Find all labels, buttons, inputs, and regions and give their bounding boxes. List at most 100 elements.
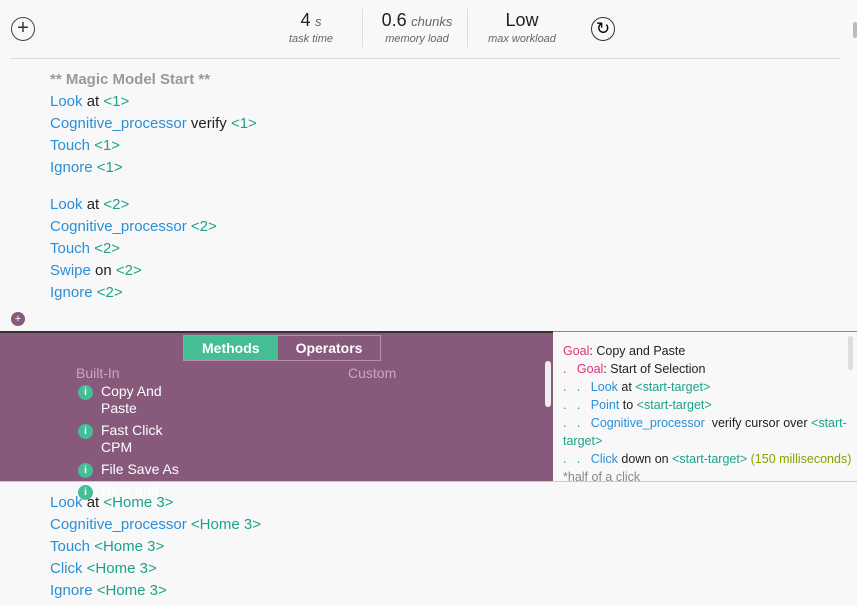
operator-keyword: Cognitive_processor xyxy=(50,516,187,533)
operator-keyword: Look xyxy=(50,93,83,110)
operator-keyword: Ignore xyxy=(50,582,93,599)
max-workload-stat: Low max workload xyxy=(488,10,556,45)
code-text: down on xyxy=(617,452,673,466)
operator-keyword: Ignore xyxy=(50,159,93,176)
code-text: at xyxy=(82,196,104,213)
method-item[interactable]: i Fast Click CPM xyxy=(78,422,188,456)
code-line: Swipe on <2> xyxy=(50,260,257,282)
method-list: i Copy And Paste i Fast Click CPM i File Save… xyxy=(78,383,188,505)
target-label: . . xyxy=(563,380,591,394)
code-line: Cognitive_processor <2> xyxy=(50,216,257,238)
target-label: . . xyxy=(563,398,591,412)
code-line: Ignore <Home 3> xyxy=(50,580,261,602)
method-item[interactable]: i Copy And Paste xyxy=(78,383,188,417)
target-label: <Home 3> xyxy=(94,538,165,555)
code-text: . Goal xyxy=(563,362,604,376)
target-label: <1> xyxy=(96,159,123,176)
method-label: Copy And Paste xyxy=(101,383,162,416)
info-icon[interactable]: i xyxy=(78,385,93,400)
target-label: <2> xyxy=(190,218,217,235)
divider xyxy=(467,9,468,47)
target-label: <Home 3> xyxy=(86,560,157,577)
target-label: <1> xyxy=(230,115,257,132)
method-label: File Save As xyxy=(101,461,179,477)
operator-keyword: Swipe xyxy=(50,262,91,279)
code-line: Cognitive_processor <Home 3> xyxy=(50,514,261,536)
tab-methods[interactable]: Methods xyxy=(184,336,278,360)
operator-keyword: Look xyxy=(590,380,618,394)
code-text: Goal xyxy=(563,344,590,358)
operator-keyword: Click xyxy=(50,560,83,577)
target-label: <start-target> xyxy=(672,452,748,466)
target-label: <2> xyxy=(96,284,123,301)
code-line: Touch <1> xyxy=(50,135,257,157)
toolbar: + 4 s task time 0.6 chunks memory load L… xyxy=(0,0,857,60)
method-preview: Goal: Copy and Paste. Goal: Start of Sel… xyxy=(553,331,857,481)
code-line: Touch <Home 3> xyxy=(50,536,261,558)
operator-keyword: Touch xyxy=(50,240,91,257)
target-label: <Home 3> xyxy=(103,494,174,511)
info-icon[interactable]: i xyxy=(78,424,93,439)
target-label: <Home 3> xyxy=(190,516,261,533)
operator-keyword: Cognitive_processor xyxy=(50,218,187,235)
code-line: . . Click down on <start-target> (150 mi… xyxy=(563,450,857,481)
operator-keyword: Look xyxy=(50,494,83,511)
operator-keyword: Touch xyxy=(50,137,91,154)
code-line: Click <Home 3> xyxy=(50,558,261,580)
target-label: <start-target> xyxy=(635,380,711,394)
code-text: to xyxy=(619,398,637,412)
code-line: . . Cognitive_processor verify cursor ov… xyxy=(563,414,857,450)
code-text: at xyxy=(617,380,636,394)
scrollbar[interactable] xyxy=(545,361,551,407)
code-line: Look at <1> xyxy=(50,91,257,113)
tab-operators[interactable]: Operators xyxy=(278,336,381,360)
divider xyxy=(0,481,857,482)
memory-load-stat: 0.6 chunks memory load xyxy=(381,10,453,45)
target-label: . . xyxy=(563,452,591,466)
operator-keyword: Ignore xyxy=(50,284,93,301)
code-text: at xyxy=(82,494,104,511)
operator-keyword: Point xyxy=(590,398,620,412)
code-line: . . Look at <start-target> xyxy=(563,378,857,396)
code-text: on xyxy=(90,262,116,279)
code-line: Look at <Home 3> xyxy=(50,492,261,514)
target-label: <1> xyxy=(103,93,130,110)
code-text: at xyxy=(82,93,104,110)
task-time-stat: 4 s task time xyxy=(288,10,333,45)
panel-tabs: Methods Operators xyxy=(183,335,382,361)
scrollbar[interactable] xyxy=(848,336,853,370)
code-text: verify cursor over xyxy=(704,416,812,430)
target-label: <start-target> xyxy=(636,398,712,412)
target-label: <Home 3> xyxy=(96,582,167,599)
code-line: Ignore <2> xyxy=(50,282,257,304)
target-label: . . xyxy=(563,416,591,430)
code-text: : Copy and Paste xyxy=(589,344,686,358)
info-icon[interactable]: i xyxy=(78,463,93,478)
code-editor-top[interactable]: ** Magic Model Start ** Look at <1> Cognit… xyxy=(50,69,257,304)
method-label: Fast Click CPM xyxy=(101,422,163,455)
code-line: . . Point to <start-target> xyxy=(563,396,857,414)
scrollbar[interactable] xyxy=(853,22,857,38)
custom-heading: Custom xyxy=(348,365,397,381)
operator-keyword: Cognitive_processor xyxy=(50,115,187,132)
refresh-icon[interactable]: ↻ xyxy=(591,17,615,41)
code-line: Goal: Copy and Paste xyxy=(563,342,857,360)
code-editor-bottom[interactable]: Look at <Home 3> Cognitive_processor <Hom… xyxy=(50,492,261,602)
code-text: ** Magic Model Start ** xyxy=(50,71,211,88)
divider xyxy=(10,58,841,59)
target-label: <2> xyxy=(94,240,121,257)
method-item[interactable]: i File Save As xyxy=(78,461,188,478)
target-label: <2> xyxy=(115,262,142,279)
code-line: ** Magic Model Start ** xyxy=(50,69,257,91)
add-icon[interactable]: + xyxy=(11,312,25,326)
code-line: Cognitive_processor verify <1> xyxy=(50,113,257,135)
code-text: verify xyxy=(186,115,231,132)
operator-keyword: Look xyxy=(50,196,83,213)
add-icon[interactable]: + xyxy=(11,17,35,41)
operator-keyword: Click xyxy=(590,452,618,466)
methods-panel: Methods Operators Built-In Custom i Copy … xyxy=(0,331,553,500)
built-in-heading: Built-In xyxy=(76,365,120,381)
target-label: <2> xyxy=(103,196,130,213)
code-text: (150 milliseconds) xyxy=(747,452,852,466)
code-line: Ignore <1> xyxy=(50,157,257,179)
